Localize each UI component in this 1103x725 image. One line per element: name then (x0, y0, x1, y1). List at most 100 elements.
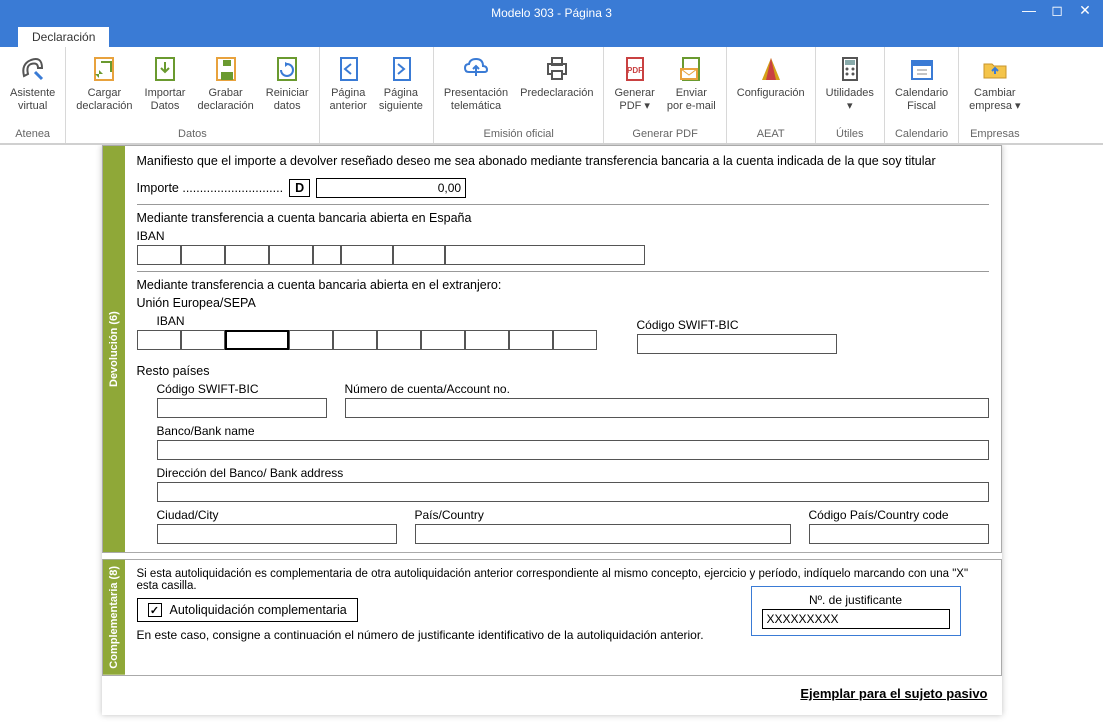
cloud-upload-icon (460, 53, 492, 85)
iban-es-4[interactable] (269, 245, 313, 265)
iban-sepa-6[interactable] (377, 330, 421, 350)
country-input[interactable] (415, 524, 791, 544)
titlebar: Modelo 303 - Página 3 — ◻ ✕ (0, 0, 1103, 25)
tabstrip: Declaración (0, 25, 1103, 47)
ribbon-group-datos: Cargar declaración Importar Datos Grabar… (66, 47, 319, 143)
swift-label-other: Código SWIFT-BIC (157, 382, 327, 396)
utilidades-button[interactable]: Utilidades ▾ (820, 49, 880, 116)
pdf-icon: PDF (619, 53, 651, 85)
pagina-siguiente-button[interactable]: Página siguiente (373, 49, 429, 116)
cambiar-empresa-button[interactable]: Cambiar empresa ▾ (963, 49, 1026, 116)
siguiente-label: Página siguiente (379, 87, 423, 112)
asistente-virtual-button[interactable]: Asistente virtual (4, 49, 61, 116)
ribbon-group-empresas: Cambiar empresa ▾ Empresas (959, 47, 1030, 143)
city-label: Ciudad/City (157, 508, 397, 522)
ribbon-group-nav: Página anterior Página siguiente (320, 47, 434, 143)
iban-es-1[interactable] (137, 245, 181, 265)
load-icon (88, 53, 120, 85)
enviar-email-button[interactable]: Enviar por e-mail (661, 49, 722, 116)
minimize-button[interactable]: — (1015, 0, 1043, 20)
iban-es-5[interactable] (313, 245, 341, 265)
group-label-empresas: Empresas (963, 126, 1026, 143)
generar-pdf-button[interactable]: PDF Generar PDF ▾ (608, 49, 660, 116)
justificante-input[interactable] (762, 609, 950, 629)
iban-sepa-5[interactable] (333, 330, 377, 350)
checkbox-icon: ✓ (148, 603, 162, 617)
pagina-anterior-button[interactable]: Página anterior (324, 49, 373, 116)
calendario-fiscal-button[interactable]: Calendario Fiscal (889, 49, 954, 116)
country-code-label: Código País/Country code (809, 508, 989, 522)
declaration-text: Manifiesto que el importe a devolver res… (137, 154, 989, 168)
city-input[interactable] (157, 524, 397, 544)
bank-name-input[interactable] (157, 440, 989, 460)
maximize-button[interactable]: ◻ (1043, 0, 1071, 20)
group-label-calendario: Calendario (889, 126, 954, 143)
mail-icon (675, 53, 707, 85)
importe-d-box: D (289, 179, 310, 197)
ribbon: Asistente virtual Atenea Cargar declarac… (0, 47, 1103, 145)
account-no-label: Número de cuenta/Account no. (345, 382, 989, 396)
bank-name-label: Banco/Bank name (157, 424, 989, 438)
account-no-input[interactable] (345, 398, 989, 418)
iban-es-7[interactable] (393, 245, 445, 265)
group-label-utiles: Útiles (820, 126, 880, 143)
assistant-icon (17, 53, 49, 85)
window-controls: — ◻ ✕ (1015, 0, 1099, 20)
country-code-input[interactable] (809, 524, 989, 544)
footer-ejemplar: Ejemplar para el sujeto pasivo (102, 676, 1002, 715)
iban-sepa-7[interactable] (421, 330, 465, 350)
importe-label: Importe ............................. (137, 181, 284, 195)
presentacion-telematica-button[interactable]: Presentación telemática (438, 49, 514, 116)
iban-es-2[interactable] (181, 245, 225, 265)
bank-address-input[interactable] (157, 482, 989, 502)
swift-other-input[interactable] (157, 398, 327, 418)
utilidades-label: Utilidades ▾ (826, 87, 874, 112)
autoliquidacion-label: Autoliquidación complementaria (170, 603, 347, 617)
iban-sepa-row (137, 330, 597, 350)
importar-label: Importar Datos (145, 87, 186, 112)
iban-es-3[interactable] (225, 245, 269, 265)
generar-pdf-label: Generar PDF ▾ (614, 87, 654, 112)
ribbon-group-aeat: Configuración AEAT (727, 47, 816, 143)
presentacion-label: Presentación telemática (444, 87, 508, 112)
iban-sepa-8[interactable] (465, 330, 509, 350)
importar-datos-button[interactable]: Importar Datos (139, 49, 192, 116)
autoliquidacion-checkbox-wrap[interactable]: ✓ Autoliquidación complementaria (137, 598, 358, 622)
ribbon-group-emision: Presentación telemática Predeclaración E… (434, 47, 605, 143)
close-button[interactable]: ✕ (1071, 0, 1099, 20)
swift-sepa-input[interactable] (637, 334, 837, 354)
cargar-label: Cargar declaración (76, 87, 132, 112)
iban-sepa-3[interactable] (225, 330, 289, 350)
iban-es-6[interactable] (341, 245, 393, 265)
calendario-label: Calendario Fiscal (895, 87, 948, 112)
predeclaracion-button[interactable]: Predeclaración (514, 49, 599, 104)
ribbon-group-pdf: PDF Generar PDF ▾ Enviar por e-mail Gene… (604, 47, 726, 143)
iban-sepa-4[interactable] (289, 330, 333, 350)
iban-sepa-2[interactable] (181, 330, 225, 350)
content-scroll[interactable]: Devolución (6) Manifiesto que el importe… (0, 145, 1103, 725)
configuracion-button[interactable]: Configuración (731, 49, 811, 104)
iban-label-sepa: IBAN (137, 314, 597, 328)
iban-spain-row (137, 245, 989, 265)
importe-input[interactable] (316, 178, 466, 198)
iban-es-8[interactable] (445, 245, 645, 265)
tab-declaracion[interactable]: Declaración (18, 27, 109, 47)
foreign-transfer-header: Mediante transferencia a cuenta bancaria… (137, 278, 989, 292)
iban-sepa-10[interactable] (553, 330, 597, 350)
group-label-atenea: Atenea (4, 126, 61, 143)
group-label-datos: Datos (70, 126, 314, 143)
iban-sepa-1[interactable] (137, 330, 181, 350)
reset-icon (271, 53, 303, 85)
grabar-declaracion-button[interactable]: Grabar declaración (191, 49, 259, 116)
iban-sepa-9[interactable] (509, 330, 553, 350)
ribbon-group-calendario: Calendario Fiscal Calendario (885, 47, 959, 143)
cargar-declaracion-button[interactable]: Cargar declaración (70, 49, 138, 116)
ribbon-group-atenea: Asistente virtual Atenea (0, 47, 66, 143)
asistente-label: Asistente virtual (10, 87, 55, 112)
content-area: Devolución (6) Manifiesto que el importe… (0, 145, 1103, 725)
config-label: Configuración (737, 87, 805, 100)
form-page: Devolución (6) Manifiesto que el importe… (102, 145, 1002, 715)
grabar-label: Grabar declaración (197, 87, 253, 112)
section-complementaria: Complementaria (8) Si esta autoliquidaci… (102, 559, 1002, 676)
reiniciar-datos-button[interactable]: Reiniciar datos (260, 49, 315, 116)
